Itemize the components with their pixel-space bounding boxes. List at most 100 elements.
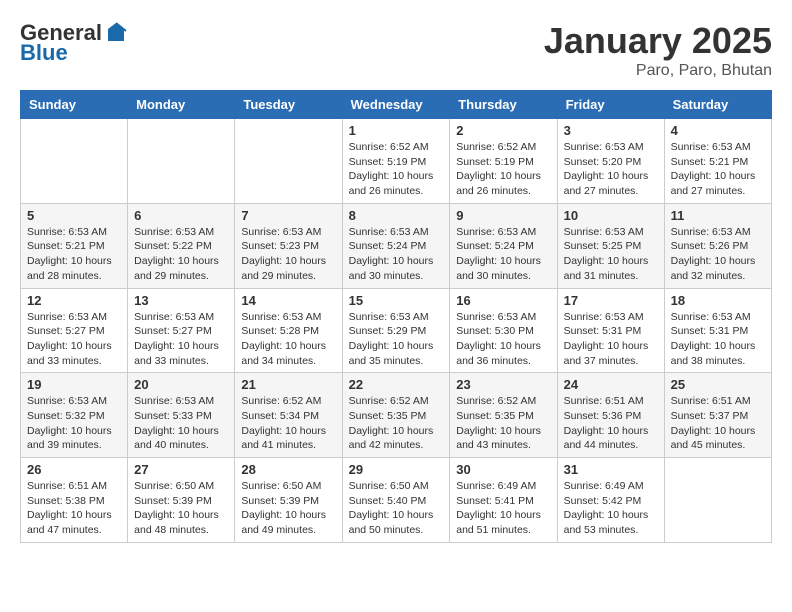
table-row: 31 Sunrise: 6:49 AM Sunset: 5:42 PM Dayli… bbox=[557, 458, 664, 543]
calendar-header-row: SundayMondayTuesdayWednesdayThursdayFrid… bbox=[21, 91, 772, 119]
calendar-table: SundayMondayTuesdayWednesdayThursdayFrid… bbox=[20, 90, 772, 543]
table-row bbox=[664, 458, 771, 543]
day-info: Sunrise: 6:52 AM Sunset: 5:19 PM Dayligh… bbox=[349, 140, 444, 199]
day-number: 29 bbox=[349, 462, 444, 477]
day-number: 12 bbox=[27, 293, 121, 308]
title-section: January 2025 Paro, Paro, Bhutan bbox=[544, 20, 772, 80]
calendar-week-row: 26 Sunrise: 6:51 AM Sunset: 5:38 PM Dayli… bbox=[21, 458, 772, 543]
day-info: Sunrise: 6:50 AM Sunset: 5:40 PM Dayligh… bbox=[349, 479, 444, 538]
day-number: 24 bbox=[564, 377, 658, 392]
table-row: 15Sunrise: 6:53 AM Sunset: 5:29 PM Dayli… bbox=[342, 288, 450, 373]
day-info: Sunrise: 6:52 AM Sunset: 5:35 PM Dayligh… bbox=[349, 394, 444, 453]
table-row: 18Sunrise: 6:53 AM Sunset: 5:31 PM Dayli… bbox=[664, 288, 771, 373]
table-row bbox=[235, 119, 342, 204]
day-info: Sunrise: 6:51 AM Sunset: 5:37 PM Dayligh… bbox=[671, 394, 765, 453]
calendar-week-row: 5 Sunrise: 6:53 AM Sunset: 5:21 PM Daylig… bbox=[21, 203, 772, 288]
table-row: 14Sunrise: 6:53 AM Sunset: 5:28 PM Dayli… bbox=[235, 288, 342, 373]
day-number: 9 bbox=[456, 208, 550, 223]
day-number: 11 bbox=[671, 208, 765, 223]
table-row: 20 Sunrise: 6:53 AM Sunset: 5:33 PM Dayli… bbox=[128, 373, 235, 458]
logo: General Blue bbox=[20, 20, 128, 66]
day-number: 25 bbox=[671, 377, 765, 392]
table-row: 10 Sunrise: 6:53 AM Sunset: 5:25 PM Dayli… bbox=[557, 203, 664, 288]
table-row: 29 Sunrise: 6:50 AM Sunset: 5:40 PM Dayli… bbox=[342, 458, 450, 543]
table-row: 16Sunrise: 6:53 AM Sunset: 5:30 PM Dayli… bbox=[450, 288, 557, 373]
day-info: Sunrise: 6:51 AM Sunset: 5:36 PM Dayligh… bbox=[564, 394, 658, 453]
table-row: 5 Sunrise: 6:53 AM Sunset: 5:21 PM Daylig… bbox=[21, 203, 128, 288]
table-row: 30Sunrise: 6:49 AM Sunset: 5:41 PM Dayli… bbox=[450, 458, 557, 543]
table-row bbox=[128, 119, 235, 204]
table-row: 7Sunrise: 6:53 AM Sunset: 5:23 PM Daylig… bbox=[235, 203, 342, 288]
day-number: 5 bbox=[27, 208, 121, 223]
day-info: Sunrise: 6:52 AM Sunset: 5:35 PM Dayligh… bbox=[456, 394, 550, 453]
day-number: 28 bbox=[241, 462, 335, 477]
calendar-day-header: Monday bbox=[128, 91, 235, 119]
day-number: 15 bbox=[349, 293, 444, 308]
table-row: 4 Sunrise: 6:53 AM Sunset: 5:21 PM Daylig… bbox=[664, 119, 771, 204]
table-row: 28 Sunrise: 6:50 AM Sunset: 5:39 PM Dayli… bbox=[235, 458, 342, 543]
table-row: 22 Sunrise: 6:52 AM Sunset: 5:35 PM Dayli… bbox=[342, 373, 450, 458]
day-number: 2 bbox=[456, 123, 550, 138]
table-row: 25 Sunrise: 6:51 AM Sunset: 5:37 PM Dayli… bbox=[664, 373, 771, 458]
day-number: 20 bbox=[134, 377, 228, 392]
day-info: Sunrise: 6:53 AM Sunset: 5:24 PM Dayligh… bbox=[456, 225, 550, 284]
day-number: 1 bbox=[349, 123, 444, 138]
table-row bbox=[21, 119, 128, 204]
calendar-day-header: Tuesday bbox=[235, 91, 342, 119]
table-row: 2 Sunrise: 6:52 AM Sunset: 5:19 PM Daylig… bbox=[450, 119, 557, 204]
table-row: 9 Sunrise: 6:53 AM Sunset: 5:24 PM Daylig… bbox=[450, 203, 557, 288]
table-row: 23 Sunrise: 6:52 AM Sunset: 5:35 PM Dayli… bbox=[450, 373, 557, 458]
table-row: 3 Sunrise: 6:53 AM Sunset: 5:20 PM Daylig… bbox=[557, 119, 664, 204]
day-info: Sunrise: 6:50 AM Sunset: 5:39 PM Dayligh… bbox=[134, 479, 228, 538]
calendar-day-header: Friday bbox=[557, 91, 664, 119]
day-info: Sunrise: 6:53 AM Sunset: 5:25 PM Dayligh… bbox=[564, 225, 658, 284]
day-number: 26 bbox=[27, 462, 121, 477]
day-info: Sunrise: 6:53 AM Sunset: 5:31 PM Dayligh… bbox=[564, 310, 658, 369]
day-info: Sunrise: 6:49 AM Sunset: 5:42 PM Dayligh… bbox=[564, 479, 658, 538]
table-row: 13 Sunrise: 6:53 AM Sunset: 5:27 PM Dayli… bbox=[128, 288, 235, 373]
day-info: Sunrise: 6:50 AM Sunset: 5:39 PM Dayligh… bbox=[241, 479, 335, 538]
day-number: 22 bbox=[349, 377, 444, 392]
calendar-week-row: 1 Sunrise: 6:52 AM Sunset: 5:19 PM Daylig… bbox=[21, 119, 772, 204]
day-info: Sunrise: 6:53 AM Sunset: 5:33 PM Dayligh… bbox=[134, 394, 228, 453]
day-info: Sunrise: 6:53 AM Sunset: 5:27 PM Dayligh… bbox=[27, 310, 121, 369]
day-info: Sunrise: 6:52 AM Sunset: 5:19 PM Dayligh… bbox=[456, 140, 550, 199]
day-number: 4 bbox=[671, 123, 765, 138]
day-number: 23 bbox=[456, 377, 550, 392]
day-number: 27 bbox=[134, 462, 228, 477]
day-number: 21 bbox=[241, 377, 335, 392]
day-info: Sunrise: 6:53 AM Sunset: 5:22 PM Dayligh… bbox=[134, 225, 228, 284]
day-number: 3 bbox=[564, 123, 658, 138]
calendar-day-header: Wednesday bbox=[342, 91, 450, 119]
logo-blue-text: Blue bbox=[20, 40, 68, 66]
table-row: 26 Sunrise: 6:51 AM Sunset: 5:38 PM Dayli… bbox=[21, 458, 128, 543]
day-number: 31 bbox=[564, 462, 658, 477]
calendar-week-row: 19 Sunrise: 6:53 AM Sunset: 5:32 PM Dayli… bbox=[21, 373, 772, 458]
table-row: 11 Sunrise: 6:53 AM Sunset: 5:26 PM Dayli… bbox=[664, 203, 771, 288]
day-info: Sunrise: 6:53 AM Sunset: 5:21 PM Dayligh… bbox=[27, 225, 121, 284]
table-row: 21Sunrise: 6:52 AM Sunset: 5:34 PM Dayli… bbox=[235, 373, 342, 458]
calendar-day-header: Saturday bbox=[664, 91, 771, 119]
day-number: 17 bbox=[564, 293, 658, 308]
table-row: 6Sunrise: 6:53 AM Sunset: 5:22 PM Daylig… bbox=[128, 203, 235, 288]
calendar-title: January 2025 bbox=[544, 20, 772, 62]
day-number: 7 bbox=[241, 208, 335, 223]
day-info: Sunrise: 6:53 AM Sunset: 5:26 PM Dayligh… bbox=[671, 225, 765, 284]
day-number: 13 bbox=[134, 293, 228, 308]
day-info: Sunrise: 6:49 AM Sunset: 5:41 PM Dayligh… bbox=[456, 479, 550, 538]
calendar-day-header: Sunday bbox=[21, 91, 128, 119]
calendar-day-header: Thursday bbox=[450, 91, 557, 119]
table-row: 12 Sunrise: 6:53 AM Sunset: 5:27 PM Dayli… bbox=[21, 288, 128, 373]
day-info: Sunrise: 6:53 AM Sunset: 5:32 PM Dayligh… bbox=[27, 394, 121, 453]
day-info: Sunrise: 6:53 AM Sunset: 5:27 PM Dayligh… bbox=[134, 310, 228, 369]
calendar-week-row: 12 Sunrise: 6:53 AM Sunset: 5:27 PM Dayli… bbox=[21, 288, 772, 373]
day-number: 10 bbox=[564, 208, 658, 223]
day-info: Sunrise: 6:53 AM Sunset: 5:30 PM Dayligh… bbox=[456, 310, 550, 369]
day-number: 19 bbox=[27, 377, 121, 392]
day-info: Sunrise: 6:53 AM Sunset: 5:20 PM Dayligh… bbox=[564, 140, 658, 199]
day-info: Sunrise: 6:53 AM Sunset: 5:24 PM Dayligh… bbox=[349, 225, 444, 284]
day-info: Sunrise: 6:51 AM Sunset: 5:38 PM Dayligh… bbox=[27, 479, 121, 538]
day-info: Sunrise: 6:53 AM Sunset: 5:21 PM Dayligh… bbox=[671, 140, 765, 199]
day-number: 8 bbox=[349, 208, 444, 223]
table-row: 17 Sunrise: 6:53 AM Sunset: 5:31 PM Dayli… bbox=[557, 288, 664, 373]
